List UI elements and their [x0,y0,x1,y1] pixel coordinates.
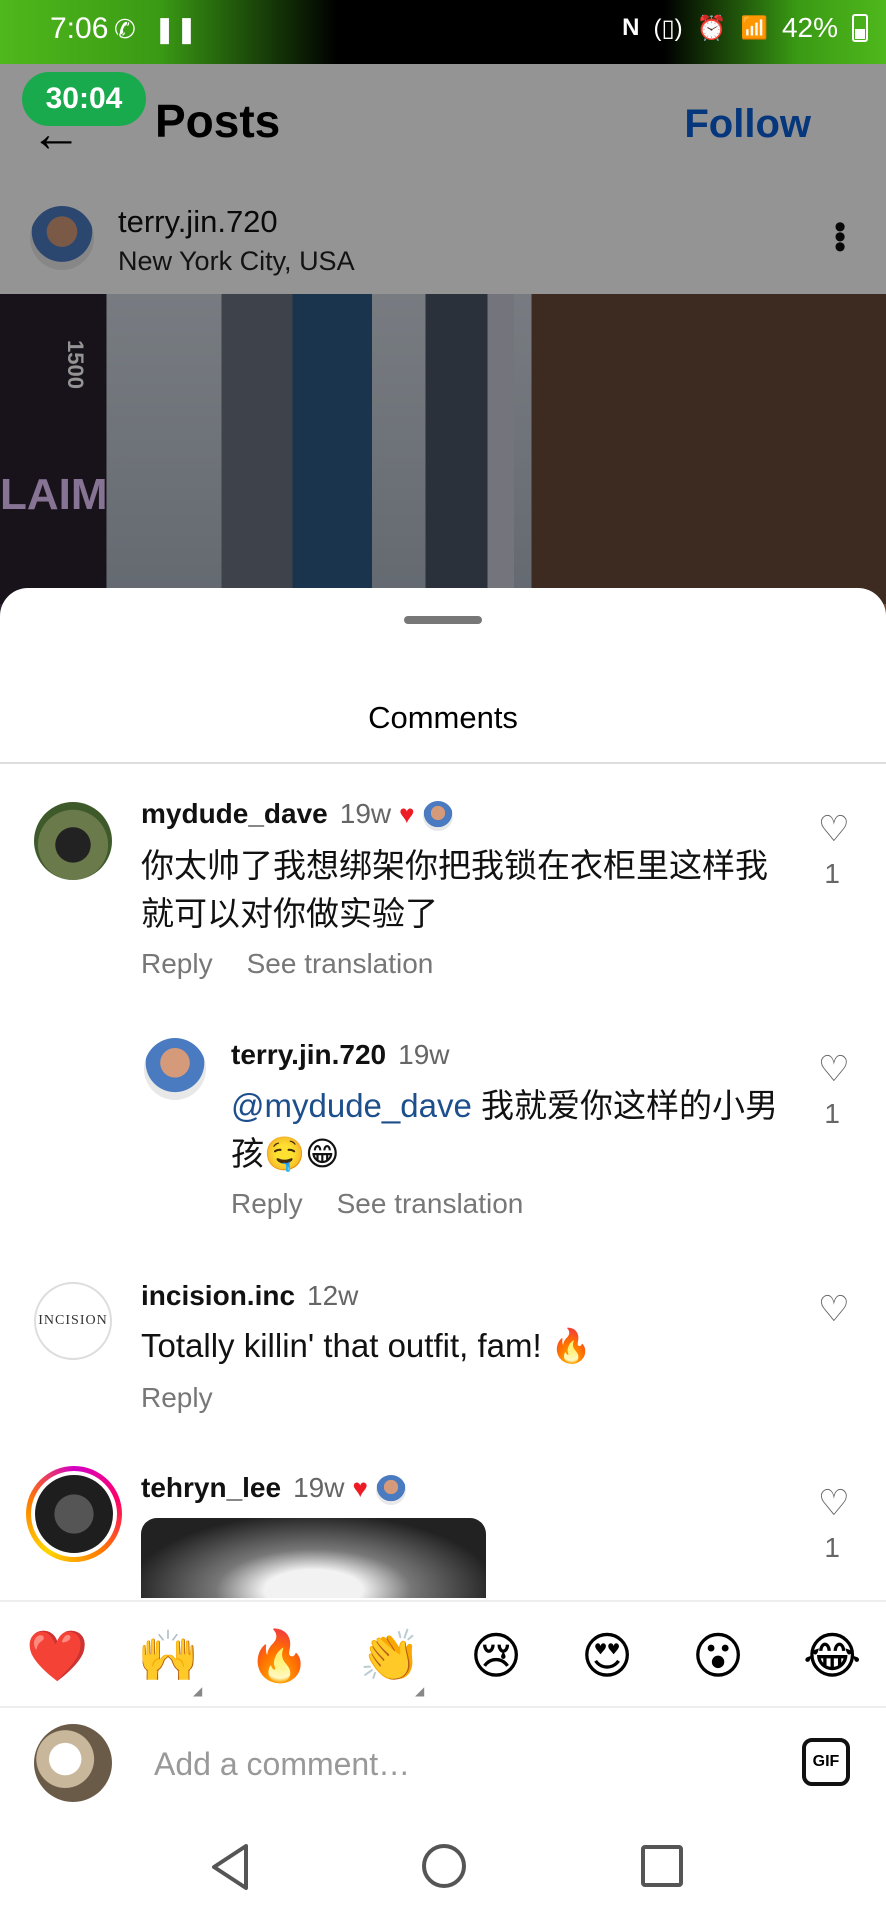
avatar[interactable] [144,1038,206,1100]
alarm-icon: ⏰ [696,14,727,42]
like-heart-icon[interactable]: ♡ [818,808,850,850]
emoji-heart-button[interactable]: ❤️ [26,1628,88,1684]
reply-button[interactable]: Reply [231,1188,303,1220]
wifi-icon: 📶 [740,15,768,40]
avatar-logo-text: INCISION [38,1313,108,1328]
comment-username[interactable]: incision.inc [141,1280,295,1311]
nav-home-icon[interactable] [422,1844,466,1888]
author-liked-heart-icon: ♥ [352,1473,368,1503]
mention-link[interactable]: @mydude_dave [231,1087,472,1124]
skin-tone-corner-icon: ◢ [415,1684,425,1698]
sheet-drag-handle[interactable] [404,616,482,624]
comment-username[interactable]: mydude_dave [141,798,328,829]
timer-pill[interactable]: 30:04 [22,72,146,126]
skin-tone-corner-icon: ◢ [193,1684,203,1698]
phone-icon: ✆ [114,14,136,44]
comment-time: 19w [293,1472,345,1503]
comment-composer: GIF [0,1708,886,1818]
nfc-icon: N [622,14,640,41]
system-nav-bar [0,1818,886,1920]
status-bar: 7:06 ✆ ❚❚ N (▯) ⏰ 📶 42% [0,0,886,64]
like-heart-icon[interactable]: ♡ [818,1288,850,1330]
author-liked-heart-icon: ♥ [399,799,415,829]
battery-icon [852,14,868,42]
author-mini-avatar [375,1474,406,1505]
comment-gif-image[interactable] [141,1518,486,1598]
like-count: 1 [824,858,840,889]
divider [0,762,886,764]
emoji-laughing-button[interactable]: 😂 [803,1628,861,1684]
emoji-surprised-button[interactable]: 😮 [692,1628,744,1684]
comment-header: mydude_dave 19w ♥ [141,798,453,831]
comments-title: Comments [368,700,518,735]
emoji-clapping-button[interactable]: 👏 [359,1628,421,1684]
comment-time: 19w [339,798,392,829]
comment-username[interactable]: tehryn_lee [141,1472,281,1503]
like-count: 1 [824,1532,840,1563]
like-count: 1 [824,1098,840,1129]
vibrate-icon: (▯) [653,14,683,42]
see-translation-button[interactable]: See translation [337,1188,524,1220]
like-heart-icon[interactable]: ♡ [818,1482,850,1524]
comment-time: 12w [307,1280,359,1311]
avatar[interactable]: INCISION [34,1282,112,1360]
avatar[interactable] [34,802,112,880]
dim-overlay[interactable] [0,64,886,604]
author-mini-avatar [422,800,453,831]
avatar [31,1471,117,1557]
battery-percent: 42% [781,12,838,43]
comment-time: 19w [398,1039,450,1070]
like-heart-icon[interactable]: ♡ [818,1048,850,1090]
comment-username[interactable]: terry.jin.720 [231,1039,386,1070]
reply-button[interactable]: Reply [141,948,213,980]
current-user-avatar [34,1724,112,1802]
emoji-crying-button[interactable]: 😢 [470,1628,522,1684]
status-right-icons: N (▯) ⏰ 📶 42% [622,12,868,44]
story-ring-avatar[interactable] [26,1466,122,1562]
pause-icon: ❚❚ [153,14,198,44]
status-left-icons: ✆ ❚❚ [114,14,197,45]
comment-text: Totally killin' that outfit, fam! 🔥 [141,1327,592,1364]
gif-button[interactable]: GIF [802,1738,850,1786]
comment-header: terry.jin.720 19w [231,1039,450,1071]
status-time: 7:06 [50,12,109,45]
emoji-fire-button[interactable]: 🔥 [248,1628,310,1684]
comment-actions: Reply See translation [231,1188,523,1220]
emoji-raising-hands-button[interactable]: 🙌 [137,1628,199,1684]
comment-header: tehryn_lee 19w ♥ [141,1472,406,1505]
comment-actions: Reply [141,1382,213,1414]
emoji-heart-eyes-button[interactable]: 😍 [581,1628,633,1684]
nav-back-icon[interactable] [208,1842,252,1892]
add-comment-input[interactable] [154,1742,754,1786]
emoji-quick-bar: ❤️ 🙌 ◢ 🔥 👏 ◢ 😢 😍 😮 😂 [0,1600,886,1708]
reply-button[interactable]: Reply [141,1382,213,1414]
nav-recents-icon[interactable] [641,1845,683,1887]
comment-header: incision.inc 12w [141,1280,358,1312]
comment-text: 你太帅了我想绑架你把我锁在衣柜里这样我就可以对你做实验了 [141,847,768,932]
comment-text: @mydude_dave 我就爱你这样的小男孩🤤😁 [231,1082,781,1178]
see-translation-button[interactable]: See translation [247,948,434,980]
comment-actions: Reply See translation [141,948,433,980]
